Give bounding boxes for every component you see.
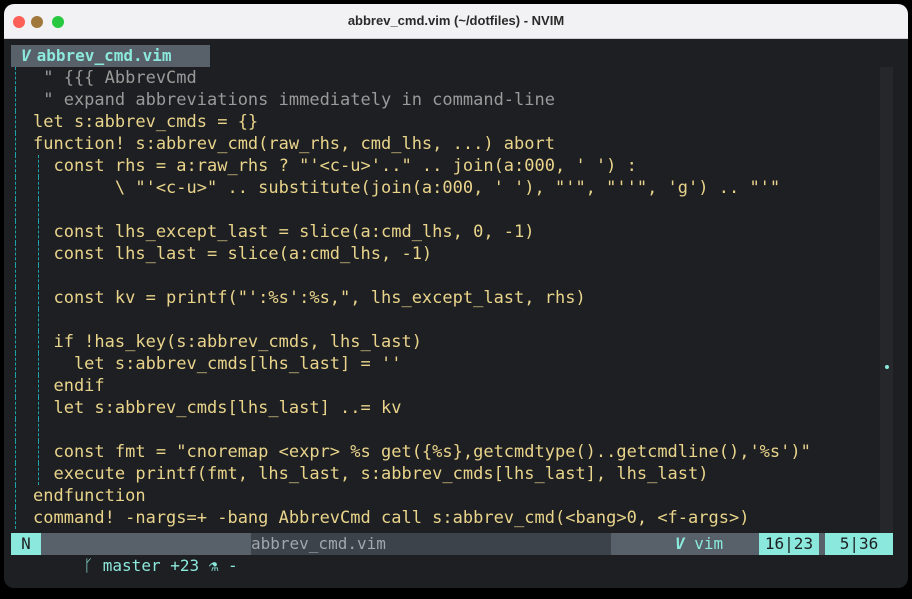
code-line[interactable]: const fmt = "cnoremap <expr> %s get({%s}…	[11, 441, 880, 463]
indent-guide	[15, 199, 16, 221]
code-text: command! -nargs=+ -bang AbbrevCmd call s…	[33, 508, 750, 528]
code-text: " expand abbreviations immediately in co…	[33, 90, 555, 110]
titlebar: abbrev_cmd.vim (~/dotfiles) - NVIM	[4, 4, 908, 39]
mode-indicator: N	[11, 533, 41, 555]
indent-guide	[15, 507, 16, 529]
indent-guide	[15, 463, 16, 485]
code-text: let s:abbrev_cmds[lhs_last] = ''	[33, 354, 402, 374]
filetype: V vim	[675, 533, 747, 555]
indent-guide	[15, 221, 16, 243]
code-line[interactable]: const kv = printf("':%s':%s,", lhs_excep…	[11, 287, 880, 309]
indent-guide	[15, 309, 16, 331]
indent-guide	[15, 111, 16, 133]
branch-name: master +23	[102, 556, 200, 575]
indent-guide-inner	[38, 199, 39, 221]
code-line[interactable]: if !has_key(s:abbrev_cmds, lhs_last)	[11, 331, 880, 353]
code-text: let s:abbrev_cmds[lhs_last] ..= kv	[33, 398, 402, 418]
status-filename: abbrev_cmd.vim	[251, 533, 611, 555]
code-text: execute printf(fmt, lhs_last, s:abbrev_c…	[33, 464, 709, 484]
window-title: abbrev_cmd.vim (~/dotfiles) - NVIM	[347, 13, 565, 28]
indent-guide	[15, 287, 16, 309]
filetype-label: vim	[694, 534, 724, 553]
code-line[interactable]: execute printf(fmt, lhs_last, s:abbrev_c…	[11, 463, 880, 485]
code-line[interactable]: " {{{ AbbrevCmd	[11, 67, 880, 89]
indent-guide	[15, 397, 16, 419]
code-line[interactable]: const rhs = a:raw_rhs ? "'<c-u>'.." .. j…	[11, 155, 880, 177]
code-line[interactable]	[11, 265, 880, 287]
code-line[interactable]: endif	[11, 375, 880, 397]
indent-guide-inner	[38, 419, 39, 441]
code-line[interactable]: endfunction	[11, 485, 880, 507]
indent-guide	[15, 375, 16, 397]
code-line[interactable]: function! s:abbrev_cmd(raw_rhs, cmd_lhs,…	[11, 133, 880, 155]
editor-buffer[interactable]: " {{{ AbbrevCmd " expand abbreviations i…	[11, 67, 893, 533]
indent-guide	[15, 353, 16, 375]
tabline: Vabbrev_cmd.vim	[11, 45, 893, 67]
code-text: if !has_key(s:abbrev_cmds, lhs_last)	[33, 332, 422, 352]
code-line[interactable]: " expand abbreviations immediately in co…	[11, 89, 880, 111]
code-line[interactable]: let s:abbrev_cmds[lhs_last] = ''	[11, 353, 880, 375]
vim-icon: V	[675, 534, 685, 553]
indent-guide	[15, 243, 16, 265]
indent-guide	[15, 485, 16, 507]
code-text: \ "'<c-u>" .. substitute(join(a:000, ' '…	[33, 178, 781, 198]
flask-icon: ⚗	[208, 556, 219, 575]
line-col: 16|23	[759, 533, 819, 555]
code-line[interactable]	[11, 419, 880, 441]
code-text: function! s:abbrev_cmd(raw_rhs, cmd_lhs,…	[33, 134, 555, 154]
code-line[interactable]: \ "'<c-u>" .. substitute(join(a:000, ' '…	[11, 177, 880, 199]
indent-guide	[15, 133, 16, 155]
code-text: const lhs_last = slice(a:cmd_lhs, -1)	[33, 244, 433, 264]
code-text: let s:abbrev_cmds = {}	[33, 112, 259, 132]
scrollbar[interactable]	[880, 67, 893, 533]
tab-abbrev-cmd[interactable]: Vabbrev_cmd.vim	[11, 45, 210, 67]
status-dash: -	[228, 556, 238, 575]
statusline: N ᚴ master +23 ⚗ - abbrev_cmd.vim V vim …	[11, 533, 893, 575]
code-text: const fmt = "cnoremap <expr> %s get({%s}…	[33, 442, 811, 462]
code-line[interactable]: command! -nargs=+ -bang AbbrevCmd call s…	[11, 507, 880, 529]
tab-label: abbrev_cmd.vim	[36, 46, 172, 65]
code-text: const lhs_except_last = slice(a:cmd_lhs,…	[33, 222, 535, 242]
code-line[interactable]: const lhs_except_last = slice(a:cmd_lhs,…	[11, 221, 880, 243]
code-line[interactable]	[11, 199, 880, 221]
code-text: " {{{ AbbrevCmd	[33, 68, 197, 88]
indent-guide	[15, 89, 16, 111]
indent-guide	[15, 441, 16, 463]
indent-guide	[15, 67, 16, 89]
code-line[interactable]: let s:abbrev_cmds = {}	[11, 111, 880, 133]
code-line[interactable]: const lhs_last = slice(a:cmd_lhs, -1)	[11, 243, 880, 265]
indent-guide-inner	[38, 265, 39, 287]
code-text: const kv = printf("':%s':%s,", lhs_excep…	[33, 288, 586, 308]
code-text: endif	[33, 376, 105, 396]
code-text: endfunction	[33, 486, 146, 506]
indent-guide	[15, 177, 16, 199]
git-branch-icon: ᚴ	[83, 556, 94, 575]
code-text: const rhs = a:raw_rhs ? "'<c-u>'.." .. j…	[33, 156, 637, 176]
indent-guide-inner	[38, 309, 39, 331]
cursor-position: 5|36	[825, 533, 893, 555]
scrollbar-thumb[interactable]	[885, 365, 889, 369]
indent-guide	[15, 155, 16, 177]
indent-guide	[15, 331, 16, 353]
git-branch: ᚴ master +23 ⚗ -	[45, 533, 241, 575]
vim-icon: V	[21, 46, 31, 65]
indent-guide	[15, 265, 16, 287]
code-line[interactable]	[11, 309, 880, 331]
code-line[interactable]: let s:abbrev_cmds[lhs_last] ..= kv	[11, 397, 880, 419]
indent-guide	[15, 419, 16, 441]
